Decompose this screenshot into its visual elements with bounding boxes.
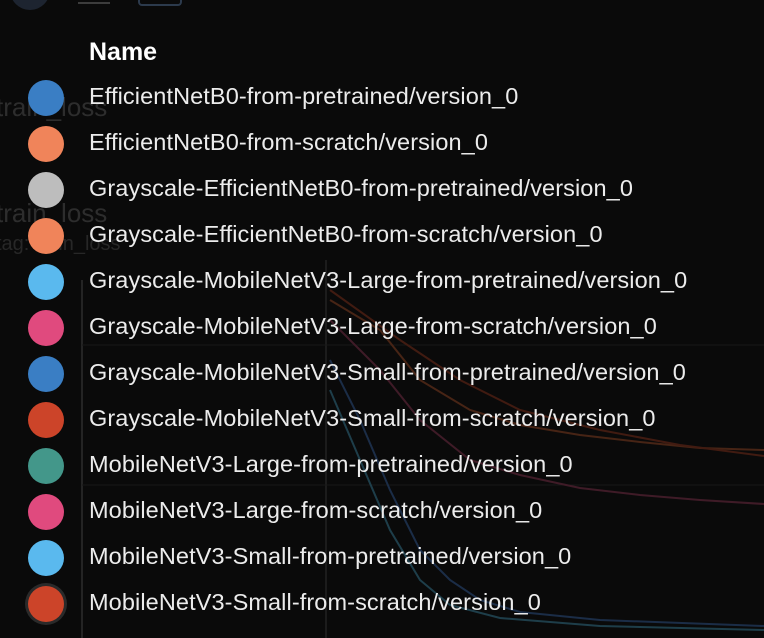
legend-item[interactable]: MobileNetV3-Large-from-scratch/version_0 [0, 489, 764, 535]
series-name: Grayscale-MobileNetV3-Small-from-scratch… [89, 405, 656, 431]
series-color-swatch [28, 310, 64, 346]
legend-item[interactable]: Grayscale-MobileNetV3-Small-from-pretrai… [0, 351, 764, 397]
series-color-swatch [28, 540, 64, 576]
legend-header: Name [89, 38, 158, 66]
series-color-swatch [28, 356, 64, 392]
series-color-swatch [28, 264, 64, 300]
series-color-swatch [28, 218, 64, 254]
series-name: MobileNetV3-Small-from-scratch/version_0 [89, 589, 541, 615]
legend-item[interactable]: Grayscale-MobileNetV3-Small-from-scratch… [0, 397, 764, 443]
legend-tooltip: Name EfficientNetB0-from-pretrained/vers… [0, 0, 764, 638]
series-color-swatch [28, 448, 64, 484]
legend-item[interactable]: Grayscale-EfficientNetB0-from-scratch/ve… [0, 213, 764, 259]
legend-item[interactable]: MobileNetV3-Small-from-scratch/version_0 [0, 581, 764, 627]
series-name: Grayscale-EfficientNetB0-from-pretrained… [89, 175, 633, 201]
series-name: MobileNetV3-Small-from-pretrained/versio… [89, 543, 572, 569]
series-name: Grayscale-MobileNetV3-Large-from-scratch… [89, 313, 657, 339]
series-name: Grayscale-MobileNetV3-Large-from-pretrai… [89, 267, 688, 293]
tensorboard-view: train_loss train_loss tag: train_loss Na… [0, 0, 764, 638]
series-name: EfficientNetB0-from-pretrained/version_0 [89, 83, 519, 109]
series-color-swatch [28, 402, 64, 438]
series-color-swatch [28, 586, 64, 622]
legend-item[interactable]: EfficientNetB0-from-scratch/version_0 [0, 121, 764, 167]
series-name: Grayscale-EfficientNetB0-from-scratch/ve… [89, 221, 603, 247]
series-color-swatch [28, 172, 64, 208]
legend-item[interactable]: EfficientNetB0-from-pretrained/version_0 [0, 75, 764, 121]
legend-item[interactable]: MobileNetV3-Small-from-pretrained/versio… [0, 535, 764, 581]
series-color-swatch [28, 80, 64, 116]
series-name: MobileNetV3-Large-from-pretrained/versio… [89, 451, 573, 477]
legend-item[interactable]: Grayscale-MobileNetV3-Large-from-scratch… [0, 305, 764, 351]
series-color-swatch [28, 126, 64, 162]
legend-item[interactable]: MobileNetV3-Large-from-pretrained/versio… [0, 443, 764, 489]
series-color-swatch [28, 494, 64, 530]
series-name: Grayscale-MobileNetV3-Small-from-pretrai… [89, 359, 686, 385]
series-name: MobileNetV3-Large-from-scratch/version_0 [89, 497, 543, 523]
series-name: EfficientNetB0-from-scratch/version_0 [89, 129, 488, 155]
legend-item[interactable]: Grayscale-MobileNetV3-Large-from-pretrai… [0, 259, 764, 305]
legend-item[interactable]: Grayscale-EfficientNetB0-from-pretrained… [0, 167, 764, 213]
